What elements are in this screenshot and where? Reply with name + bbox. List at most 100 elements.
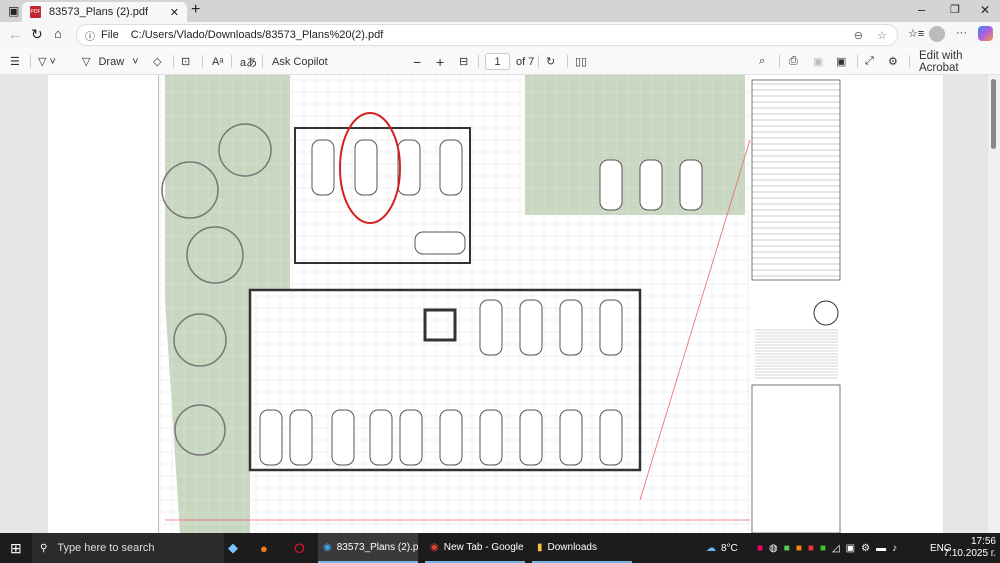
draw-button[interactable]: ▽ Draw ˅ xyxy=(82,53,139,70)
car-symbol xyxy=(289,409,313,466)
address-label: File xyxy=(101,29,119,41)
clock[interactable]: 17:56 7.10.2025 г. xyxy=(940,536,996,560)
car-symbol xyxy=(399,409,423,466)
tray-icons[interactable]: ■ ◍ ■ ■ ■ ■ ◿ ▣ ⚙ ▬ ♪ xyxy=(757,533,897,563)
tab-title: 83573_Plans (2).pdf xyxy=(49,6,149,18)
url-text[interactable]: C:/Users/Vlado/Downloads/83573_Plans%20(… xyxy=(131,29,384,41)
tab-actions-icon[interactable]: ▣ xyxy=(8,4,19,18)
fit-page-icon[interactable]: ⊟ xyxy=(459,53,468,70)
zoom-out-icon[interactable]: ⊖ xyxy=(854,29,863,42)
rotate-icon[interactable]: ↻ xyxy=(546,53,555,70)
scrollbar-thumb[interactable] xyxy=(991,79,996,149)
address-bar[interactable]: ⓘ File C:/Users/Vlado/Downloads/83573_Pl… xyxy=(76,24,898,46)
page-number-input[interactable]: 1 xyxy=(485,53,510,70)
minimize-icon[interactable]: – xyxy=(918,2,925,18)
page-border xyxy=(158,75,159,533)
weather-widget[interactable]: ☁ 8°C xyxy=(706,533,738,563)
opera-icon[interactable]: O xyxy=(294,533,305,563)
edit-with-acrobat-button[interactable]: Edit with Acrobat xyxy=(919,50,1000,74)
app-label: New Tab - Google ... xyxy=(443,541,525,553)
pdf-icon: PDF xyxy=(30,6,41,18)
car-symbol xyxy=(369,409,393,466)
close-tab-icon[interactable]: ✕ xyxy=(170,6,179,19)
car-symbol xyxy=(479,409,503,466)
new-tab-icon[interactable]: + xyxy=(191,1,200,19)
floor-plan-drawing xyxy=(158,75,841,533)
page-total: of 7 xyxy=(516,55,535,68)
close-window-icon[interactable]: ✕ xyxy=(980,3,990,17)
car-symbol xyxy=(559,409,583,466)
back-icon[interactable]: ← xyxy=(8,26,22,42)
translate-icon[interactable]: aあ xyxy=(240,53,257,70)
draw-label: Draw xyxy=(98,55,125,68)
home-icon[interactable]: ⌂ xyxy=(54,26,62,42)
contents-icon[interactable]: ☰ xyxy=(10,53,20,70)
car-symbol xyxy=(311,139,335,196)
save-icon[interactable]: ▣ xyxy=(813,53,823,70)
fullscreen-icon[interactable]: ⤢ xyxy=(865,53,874,70)
info-icon: ⓘ xyxy=(85,31,95,43)
car-symbol xyxy=(397,139,421,196)
taskbar-search[interactable]: ⚲ Type here to search xyxy=(32,533,224,563)
taskbar-app-edge[interactable]: ◉ 83573_Plans (2).pdf... xyxy=(318,533,418,563)
app-label: Downloads xyxy=(547,541,597,553)
firefox-icon[interactable]: ● xyxy=(260,533,268,563)
draw-icon: ▽ xyxy=(82,56,91,68)
search-placeholder: Type here to search xyxy=(57,542,155,554)
address-row: ← ↻ ⌂ ⓘ File C:/Users/Vlado/Downloads/83… xyxy=(0,22,1000,48)
north-arrow xyxy=(813,300,839,326)
clock-time: 17:56 xyxy=(970,536,996,547)
car-symbol xyxy=(414,231,466,255)
eraser-icon[interactable]: ◇ xyxy=(153,53,161,70)
search-icon[interactable]: ⌕ xyxy=(759,53,765,70)
favorite-star-icon[interactable]: ☆ xyxy=(877,29,887,42)
search-icon: ⚲ xyxy=(40,542,48,554)
copilot-icon[interactable] xyxy=(978,26,993,41)
car-symbol xyxy=(599,299,623,356)
taskbar-app-chrome[interactable]: ◉ New Tab - Google ... xyxy=(425,533,525,563)
ask-copilot-button[interactable]: Ask Copilot xyxy=(272,53,328,70)
highlight-icon[interactable]: ▽ ˅ xyxy=(38,53,56,70)
vertical-scrollbar[interactable] xyxy=(988,75,1000,533)
car-symbol xyxy=(519,299,543,356)
car-symbol xyxy=(479,299,503,356)
profile-avatar[interactable] xyxy=(929,26,945,42)
stair-core xyxy=(423,308,457,342)
refresh-icon[interactable]: ↻ xyxy=(31,26,43,42)
zoom-out-button[interactable]: − xyxy=(413,53,421,70)
car-symbol xyxy=(439,139,463,196)
print-icon[interactable]: ⎙ xyxy=(789,53,798,70)
clock-date: 7.10.2025 г. xyxy=(943,548,996,559)
restore-icon[interactable]: ❐ xyxy=(950,3,960,17)
copilot-taskbar-icon[interactable]: ◆ xyxy=(228,533,238,563)
taskbar-app-explorer[interactable]: ▮ Downloads xyxy=(532,533,632,563)
title-block xyxy=(751,384,841,533)
tab-strip: ▣ PDF 83573_Plans (2).pdf ✕ + – ❐ ✕ xyxy=(0,0,1000,22)
car-symbol xyxy=(679,159,703,211)
start-icon[interactable]: ⊞ xyxy=(10,533,22,563)
favorites-icon[interactable]: ☆≡ xyxy=(908,27,924,41)
car-symbol xyxy=(354,139,378,196)
car-symbol xyxy=(559,299,583,356)
app-label: 83573_Plans (2).pdf... xyxy=(336,541,418,553)
zoom-in-button[interactable]: + xyxy=(436,53,444,70)
settings-gear-icon[interactable]: ⚙ xyxy=(888,53,898,70)
page-view-icon[interactable]: ▯▯ xyxy=(575,53,587,70)
folder-icon: ▮ xyxy=(537,541,543,553)
read-aloud-icon[interactable]: Aᵃ xyxy=(212,53,223,70)
more-icon[interactable]: ··· xyxy=(956,26,967,40)
pdf-toolbar: ☰ ▽ ˅ ▽ Draw ˅ ◇ ⊡ Aᵃ aあ Ask Copilot − + ⊟… xyxy=(0,48,1000,75)
chrome-icon: ◉ xyxy=(430,541,439,553)
car-symbol xyxy=(599,159,623,211)
car-symbol xyxy=(439,409,463,466)
save-as-icon[interactable]: ▣ xyxy=(836,53,846,70)
taskbar: ⊞ ⚲ Type here to search ◆ ● O ◉ 83573_Pla… xyxy=(0,533,1000,563)
weather-icon: ☁ xyxy=(706,542,716,554)
weather-temp: 8°C xyxy=(721,542,738,554)
text-box-icon[interactable]: ⊡ xyxy=(181,53,190,70)
car-symbol xyxy=(331,409,355,466)
tab-pdf[interactable]: PDF 83573_Plans (2).pdf ✕ xyxy=(22,2,187,22)
car-symbol xyxy=(259,409,283,466)
car-symbol xyxy=(599,409,623,466)
pdf-page xyxy=(48,75,943,533)
